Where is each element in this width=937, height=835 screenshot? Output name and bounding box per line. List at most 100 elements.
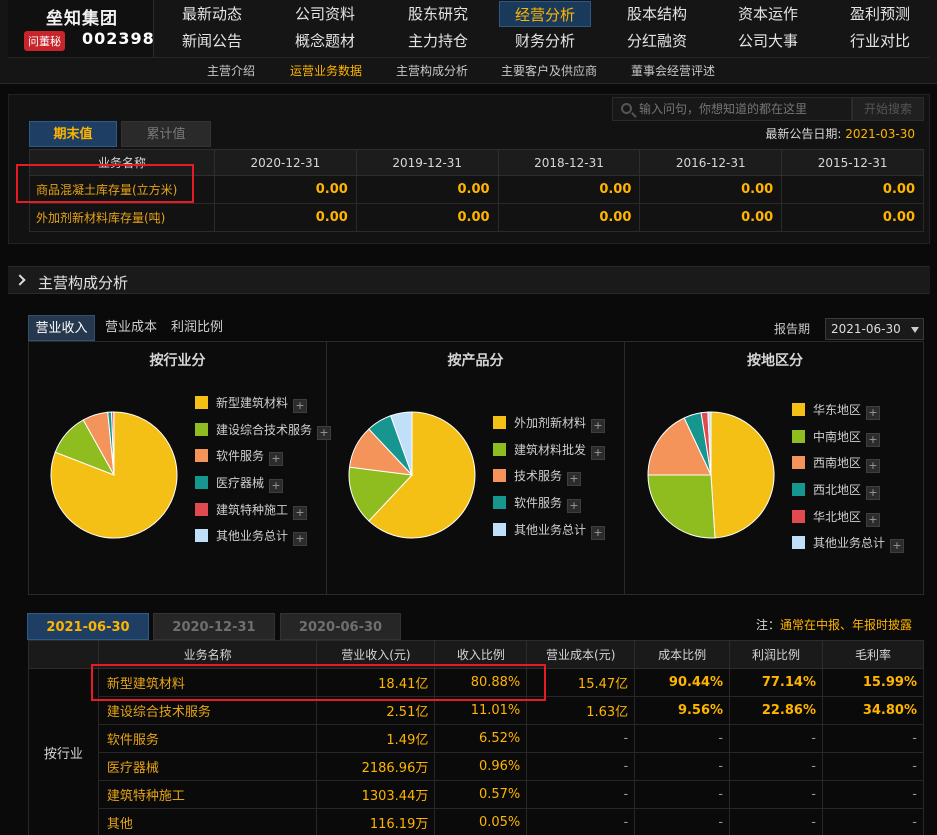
expand-plus-icon[interactable]: + [269, 452, 284, 467]
legend-label: 其他业务总计 [514, 522, 587, 537]
expand-plus-icon[interactable]: + [293, 505, 308, 520]
row-name[interactable]: 软件服务 [97, 724, 318, 753]
legend-item[interactable]: 软件服务 + [195, 447, 331, 474]
expand-plus-icon[interactable]: + [567, 499, 582, 514]
legend-swatch [195, 422, 208, 436]
legend-item[interactable]: 其他业务总计 + [195, 527, 331, 554]
expand-plus-icon[interactable]: + [866, 486, 881, 501]
legend-item[interactable]: 新型建筑材料 + [195, 394, 331, 421]
composition-section-header[interactable]: 主营构成分析 [8, 266, 930, 294]
nav-latest-news[interactable]: 最新动态 [157, 1, 267, 27]
cell-value: 0.00 [781, 203, 924, 232]
legend-label: 其他业务总计 [813, 536, 886, 551]
legend-swatch [195, 449, 208, 463]
nav-share-structure[interactable]: 股本结构 [602, 1, 712, 27]
row-name[interactable]: 商品混凝土库存量(立方米) [29, 175, 215, 204]
expand-plus-icon[interactable]: + [591, 525, 606, 540]
table-row: 软件服务 1.49亿 6.52% - - - - [29, 724, 925, 753]
pie-slice[interactable] [647, 474, 716, 539]
nav-company-info[interactable]: 公司资料 [270, 1, 380, 27]
nav-news-announcements[interactable]: 新闻公告 [157, 28, 267, 54]
group-label: 按行业 [28, 668, 99, 835]
report-period-select[interactable]: 2021-06-30 [825, 318, 924, 340]
legend-item[interactable]: 华东地区 + [792, 401, 904, 428]
cell-value: - [821, 724, 925, 753]
expand-plus-icon[interactable]: + [591, 445, 606, 460]
expand-plus-icon[interactable]: + [866, 459, 881, 474]
nav-financial-analysis[interactable]: 财务分析 [490, 28, 600, 54]
legend-item[interactable]: 西北地区 + [792, 481, 904, 508]
legend-swatch [792, 456, 805, 470]
cell-value: 1.49亿 [316, 724, 436, 753]
cell-value: - [526, 808, 636, 835]
row-name[interactable]: 医疗器械 [97, 752, 318, 781]
legend-item[interactable]: 华北地区 + [792, 508, 904, 535]
legend-item[interactable]: 医疗器械 + [195, 474, 331, 501]
tab-period-2020-06-30[interactable]: 2020-06-30 [280, 613, 401, 640]
tab-period-2020-12-31[interactable]: 2020-12-31 [153, 613, 275, 640]
nav-capital-operation[interactable]: 资本运作 [713, 1, 823, 27]
nav-earnings-forecast[interactable]: 盈利预测 [825, 1, 935, 27]
tab-profit-ratio[interactable]: 利润比例 [164, 315, 230, 341]
subnav-customers-suppliers[interactable]: 主要客户及供应商 [501, 58, 597, 84]
column-header: 营业成本(元) [526, 640, 636, 669]
row-name[interactable]: 建筑特种施工 [97, 780, 318, 809]
legend-item[interactable]: 建设综合技术服务 + [195, 421, 332, 448]
table-row: 其他 116.19万 0.05% - - - - [29, 808, 925, 835]
column-header: 业务名称 [29, 149, 215, 176]
nav-industry-compare[interactable]: 行业对比 [825, 28, 935, 54]
search-button[interactable]: 开始搜索 [852, 97, 924, 121]
legend-item[interactable]: 建筑材料批发 + [493, 441, 606, 468]
row-name[interactable]: 外加剂新材料库存量(吨) [29, 203, 215, 232]
expand-plus-icon[interactable]: + [890, 539, 905, 554]
pie-chart-industry [50, 411, 178, 539]
tab-period-2021-06-30[interactable]: 2021-06-30 [27, 613, 149, 640]
nav-shareholder-research[interactable]: 股东研究 [383, 1, 493, 27]
tab-cost[interactable]: 营业成本 [98, 315, 164, 341]
expand-plus-icon[interactable]: + [293, 532, 308, 547]
legend-item[interactable]: 软件服务 + [493, 494, 605, 521]
nav-company-events[interactable]: 公司大事 [713, 28, 823, 54]
expand-plus-icon[interactable]: + [866, 512, 881, 527]
pie-slice[interactable] [710, 411, 775, 539]
expand-plus-icon[interactable]: + [866, 406, 881, 420]
nav-concept-themes[interactable]: 概念题材 [270, 28, 380, 54]
tab-cumulative[interactable]: 累计值 [121, 121, 211, 147]
search-input[interactable] [639, 100, 849, 118]
expand-plus-icon[interactable]: + [866, 432, 881, 447]
row-name[interactable]: 建设综合技术服务 [97, 696, 318, 725]
cell-value: - [634, 808, 731, 835]
legend-swatch [792, 536, 805, 550]
legend-item[interactable]: 中南地区 + [792, 428, 904, 455]
legend-label: 软件服务 [514, 496, 563, 511]
ask-secretary-button[interactable]: 问董秘 [24, 31, 65, 51]
table-row: 建设综合技术服务 2.51亿 11.01% 1.63亿 9.56% 22.86%… [29, 696, 925, 725]
legend-item[interactable]: 其他业务总计 + [493, 521, 606, 548]
legend-item[interactable]: 其他业务总计 + [792, 534, 905, 561]
row-name[interactable]: 新型建筑材料 [97, 668, 318, 697]
cell-value: 0.00 [214, 175, 357, 204]
legend-item[interactable]: 西南地区 + [792, 454, 904, 481]
legend-label: 医疗器械 [216, 476, 265, 491]
nav-main-holdings[interactable]: 主力持仓 [383, 28, 493, 54]
subnav-composition-analysis[interactable]: 主营构成分析 [396, 58, 468, 84]
legend-item[interactable]: 外加剂新材料 + [493, 414, 606, 441]
subnav-main-intro[interactable]: 主营介绍 [207, 58, 255, 84]
column-header: 2020-12-31 [214, 149, 357, 176]
chart-panel-product: 按产品分 外加剂新材料 + 建筑材料批发 + 技术服务 + 软件服务 + 其他业务总计 + [327, 342, 625, 594]
legend-item[interactable]: 建筑特种施工 + [195, 501, 331, 528]
subnav-operation-data[interactable]: 运营业务数据 [290, 58, 362, 84]
tab-revenue[interactable]: 营业收入 [28, 315, 95, 341]
nav-business-analysis[interactable]: 经营分析 [499, 1, 591, 27]
nav-dividend-financing[interactable]: 分红融资 [602, 28, 712, 54]
subnav-board-review[interactable]: 董事会经营评述 [631, 58, 715, 84]
expand-plus-icon[interactable]: + [567, 472, 582, 487]
tab-period-end[interactable]: 期末值 [29, 121, 117, 147]
row-name[interactable]: 其他 [97, 808, 318, 835]
expand-plus-icon[interactable]: + [269, 479, 284, 494]
expand-plus-icon[interactable]: + [591, 419, 606, 433]
legend-item[interactable]: 技术服务 + [493, 467, 605, 494]
cell-value: - [526, 780, 636, 809]
expand-plus-icon[interactable]: + [293, 399, 308, 413]
cell-value: - [526, 724, 636, 753]
